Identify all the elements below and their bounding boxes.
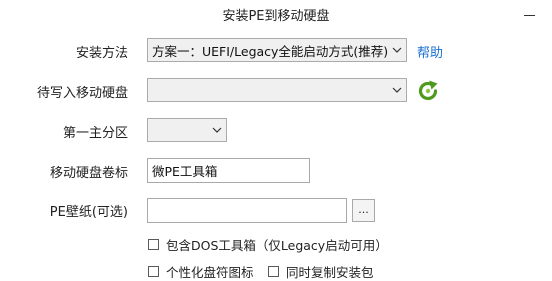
- window-title: 安装PE到移动硬盘: [222, 9, 330, 24]
- copy-package-option[interactable]: 同时复制安装包: [268, 262, 374, 281]
- include-dos-option[interactable]: 包含DOS工具箱（仅Legacy启动可用）: [148, 235, 388, 254]
- install-method-value: 方案一：UEFI/Legacy全能启动方式(推荐): [152, 43, 388, 59]
- first-partition-select[interactable]: [147, 118, 227, 142]
- refresh-icon: [418, 80, 438, 101]
- personalize-icon-label: 个性化盘符图标: [166, 265, 254, 280]
- include-dos-checkbox[interactable]: [148, 239, 159, 250]
- target-disk-select[interactable]: [147, 78, 407, 102]
- copy-package-checkbox[interactable]: [268, 266, 279, 277]
- refresh-button[interactable]: [416, 79, 440, 103]
- target-disk-label: 待写入移动硬盘: [36, 86, 128, 101]
- first-partition-label: 第一主分区: [62, 126, 128, 141]
- help-link[interactable]: 帮助: [417, 42, 443, 61]
- title-bar: 安装PE到移动硬盘: [0, 0, 552, 30]
- install-method-select[interactable]: 方案一：UEFI/Legacy全能启动方式(推荐): [147, 38, 407, 62]
- chevron-down-icon: [388, 39, 406, 61]
- wallpaper-input[interactable]: [147, 198, 347, 223]
- volume-label-label: 移动硬盘卷标: [49, 166, 128, 181]
- copy-package-label: 同时复制安装包: [286, 265, 374, 280]
- wallpaper-label: PE壁纸(可选): [49, 205, 128, 220]
- browse-button[interactable]: ...: [352, 199, 375, 222]
- volume-label-input[interactable]: [147, 158, 310, 183]
- personalize-icon-checkbox[interactable]: [148, 266, 159, 277]
- minimize-button[interactable]: [514, 0, 544, 30]
- minimize-icon: [523, 14, 535, 16]
- include-dos-label: 包含DOS工具箱（仅Legacy启动可用）: [166, 238, 388, 253]
- chevron-down-icon: [208, 119, 226, 141]
- chevron-down-icon: [388, 79, 406, 101]
- install-method-label: 安装方法: [75, 46, 128, 61]
- personalize-icon-option[interactable]: 个性化盘符图标: [148, 262, 254, 281]
